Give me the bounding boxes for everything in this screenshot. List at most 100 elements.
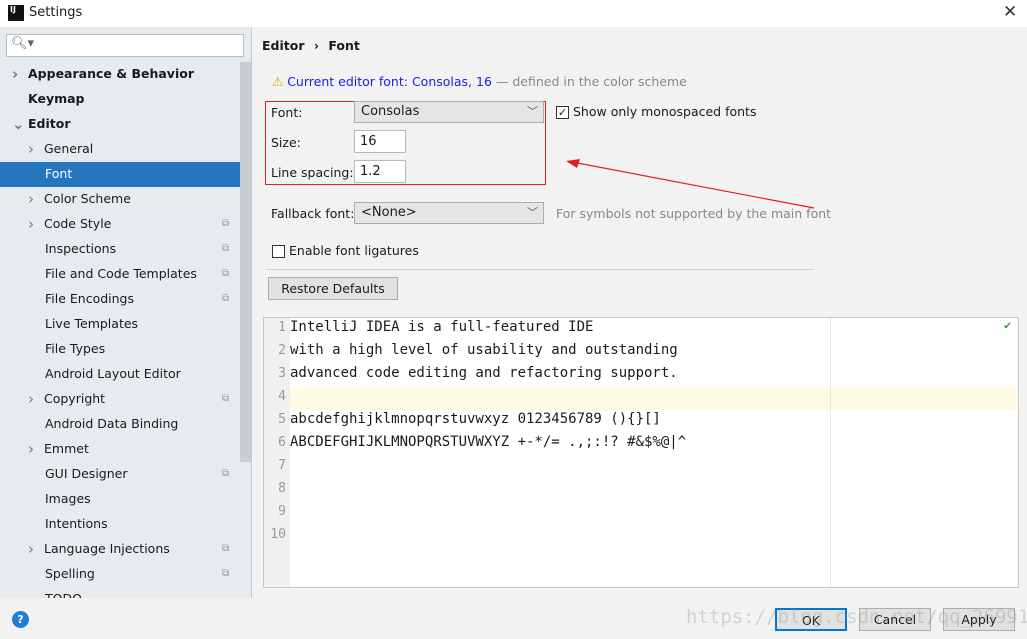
sidebar-item-appearance-behavior[interactable]: › Appearance & Behavior bbox=[0, 62, 240, 87]
sidebar-item-label: Copyright bbox=[44, 391, 106, 406]
sidebar-item-label: General bbox=[44, 141, 94, 156]
sidebar-item-editor[interactable]: ⌄ Editor bbox=[0, 112, 240, 137]
title-bar: IJ Settings ✕ bbox=[0, 0, 1027, 27]
line-number: 3 bbox=[278, 366, 286, 381]
code-line: IntelliJ IDEA is a full-featured IDE bbox=[290, 319, 594, 335]
chevron-right-icon[interactable]: › bbox=[28, 387, 34, 411]
chevron-right-icon[interactable]: › bbox=[28, 137, 34, 161]
breadcrumb-parent[interactable]: Editor bbox=[262, 38, 305, 53]
code-line: abcdefghijklmnopqrstuvwxyz 0123456789 ()… bbox=[290, 411, 661, 427]
sidebar-item-label: GUI Designer bbox=[45, 466, 128, 481]
sidebar-item-label: Font bbox=[45, 166, 73, 181]
sidebar-item-emmet[interactable]: › Emmet bbox=[0, 437, 240, 462]
sidebar-item-file-encodings[interactable]: File Encodings ⧉ bbox=[0, 287, 240, 312]
sidebar-item-label: TODO bbox=[45, 587, 82, 598]
sidebar-item-label: File and Code Templates bbox=[45, 266, 197, 281]
sidebar-item-label: Emmet bbox=[44, 441, 89, 456]
monospaced-label: Show only monospaced fonts bbox=[573, 104, 757, 119]
monospaced-checkbox[interactable]: ✓ bbox=[556, 106, 569, 119]
sidebar-item-label: File Types bbox=[45, 341, 106, 356]
sidebar-item-label: File Encodings bbox=[45, 291, 135, 306]
sidebar-item-spelling[interactable]: Spelling ⧉ bbox=[0, 562, 240, 587]
chevron-right-icon[interactable]: › bbox=[28, 537, 34, 561]
line-number: 4 bbox=[278, 389, 286, 404]
sidebar-item-file-types[interactable]: File Types bbox=[0, 337, 240, 362]
restore-defaults-button[interactable]: Restore Defaults bbox=[268, 277, 398, 300]
project-scope-icon: ⧉ bbox=[222, 218, 230, 229]
sidebar-item-keymap[interactable]: Keymap bbox=[0, 87, 240, 112]
warning-icon: ⚠ bbox=[272, 74, 284, 89]
sidebar-item-todo[interactable]: TODO bbox=[0, 587, 240, 598]
sidebar-item-font[interactable]: Font bbox=[0, 162, 251, 187]
sidebar-item-file-and-code-templates[interactable]: File and Code Templates ⧉ bbox=[0, 262, 240, 287]
sidebar-item-color-scheme[interactable]: › Color Scheme bbox=[0, 187, 240, 212]
sidebar-item-live-templates[interactable]: Live Templates bbox=[0, 312, 240, 337]
line-number: 7 bbox=[278, 458, 286, 473]
settings-sidebar: 🔍︎▾ › Appearance & Behavior Keymap ⌄ Editor ›… bbox=[0, 27, 251, 598]
sidebar-item-label: Intentions bbox=[45, 516, 108, 531]
sidebar-item-code-style[interactable]: › Code Style ⧉ bbox=[0, 212, 240, 237]
watermark: https://blog.csdn.net/qq_26991833 bbox=[686, 606, 1027, 628]
sidebar-item-copyright[interactable]: › Copyright ⧉ bbox=[0, 387, 240, 412]
sidebar-item-label: Code Style bbox=[44, 216, 112, 231]
sidebar-item-gui-designer[interactable]: GUI Designer ⧉ bbox=[0, 462, 240, 487]
chevron-right-icon[interactable]: › bbox=[28, 187, 34, 211]
font-dropdown[interactable]: Consolas ﹀ bbox=[354, 101, 544, 123]
breadcrumb-separator: › bbox=[313, 38, 320, 53]
line-number: 2 bbox=[278, 343, 286, 358]
sidebar-item-label: Android Layout Editor bbox=[45, 366, 181, 381]
project-scope-icon: ⧉ bbox=[222, 268, 230, 279]
close-icon[interactable]: ✕ bbox=[1003, 2, 1017, 22]
sidebar-item-label: Keymap bbox=[28, 91, 85, 106]
sidebar-item-android-layout-editor[interactable]: Android Layout Editor bbox=[0, 362, 240, 387]
chevron-right-icon[interactable]: › bbox=[12, 62, 18, 86]
line-spacing-input[interactable]: 1.2 bbox=[354, 160, 406, 183]
size-input[interactable]: 16 bbox=[354, 130, 406, 153]
right-margin-guide bbox=[830, 318, 831, 587]
project-scope-icon: ⧉ bbox=[222, 468, 230, 479]
sidebar-item-inspections[interactable]: Inspections ⧉ bbox=[0, 237, 240, 262]
chevron-right-icon[interactable]: › bbox=[28, 212, 34, 236]
font-settings-panel: Editor › Font ⚠ Current editor font: Con… bbox=[251, 27, 1027, 598]
fallback-font-dropdown[interactable]: <None> ﹀ bbox=[354, 202, 544, 224]
fallback-font-label: Fallback font: bbox=[271, 206, 355, 221]
help-icon[interactable]: ? bbox=[12, 611, 29, 628]
sidebar-item-general[interactable]: › General bbox=[0, 137, 240, 162]
sidebar-item-label: Language Injections bbox=[44, 541, 170, 556]
chevron-down-icon[interactable]: ⌄ bbox=[12, 112, 25, 136]
divider bbox=[266, 269, 814, 270]
project-scope-icon: ⧉ bbox=[222, 243, 230, 254]
font-label: Font: bbox=[271, 105, 303, 120]
app-logo-icon: IJ bbox=[8, 5, 24, 21]
window-title: Settings bbox=[29, 5, 83, 20]
fallback-hint: For symbols not supported by the main fo… bbox=[556, 206, 832, 221]
size-label: Size: bbox=[271, 135, 301, 150]
sidebar-item-label: Appearance & Behavior bbox=[28, 66, 194, 81]
sidebar-item-images[interactable]: Images bbox=[0, 487, 240, 512]
ligatures-label: Enable font ligatures bbox=[289, 243, 419, 258]
ligatures-checkbox[interactable] bbox=[272, 245, 285, 258]
sidebar-item-language-injections[interactable]: › Language Injections ⧉ bbox=[0, 537, 240, 562]
sidebar-item-label: Inspections bbox=[45, 241, 117, 256]
sidebar-scrollbar[interactable] bbox=[240, 62, 251, 462]
line-number: 9 bbox=[278, 504, 286, 519]
chevron-down-icon: ﹀ bbox=[527, 105, 538, 118]
line-number: 8 bbox=[278, 481, 286, 496]
color-scheme-link[interactable]: Current editor font: Consolas, 16 bbox=[287, 74, 492, 89]
font-preview-editor[interactable]: ✔ 1 IntelliJ IDEA is a full-featured IDE 2… bbox=[263, 317, 1019, 588]
sidebar-item-label: Live Templates bbox=[45, 316, 139, 331]
chevron-right-icon[interactable]: › bbox=[28, 437, 34, 461]
search-input[interactable]: 🔍︎▾ bbox=[6, 34, 244, 57]
sidebar-item-intentions[interactable]: Intentions bbox=[0, 512, 240, 537]
code-line: ABCDEFGHIJKLMNOPQRSTUVWXYZ +-*/= .,;:!? … bbox=[290, 434, 687, 450]
sidebar-item-label: Android Data Binding bbox=[45, 416, 179, 431]
line-number: 10 bbox=[270, 527, 286, 542]
sidebar-item-label: Images bbox=[45, 491, 91, 506]
search-icon: 🔍︎▾ bbox=[11, 36, 35, 51]
line-number: 5 bbox=[278, 412, 286, 427]
sidebar-item-android-data-binding[interactable]: Android Data Binding bbox=[0, 412, 240, 437]
sidebar-item-label: Editor bbox=[28, 116, 71, 131]
project-scope-icon: ⧉ bbox=[222, 543, 230, 554]
code-line: with a high level of usability and outst… bbox=[290, 342, 678, 358]
line-number: 1 bbox=[278, 320, 286, 335]
